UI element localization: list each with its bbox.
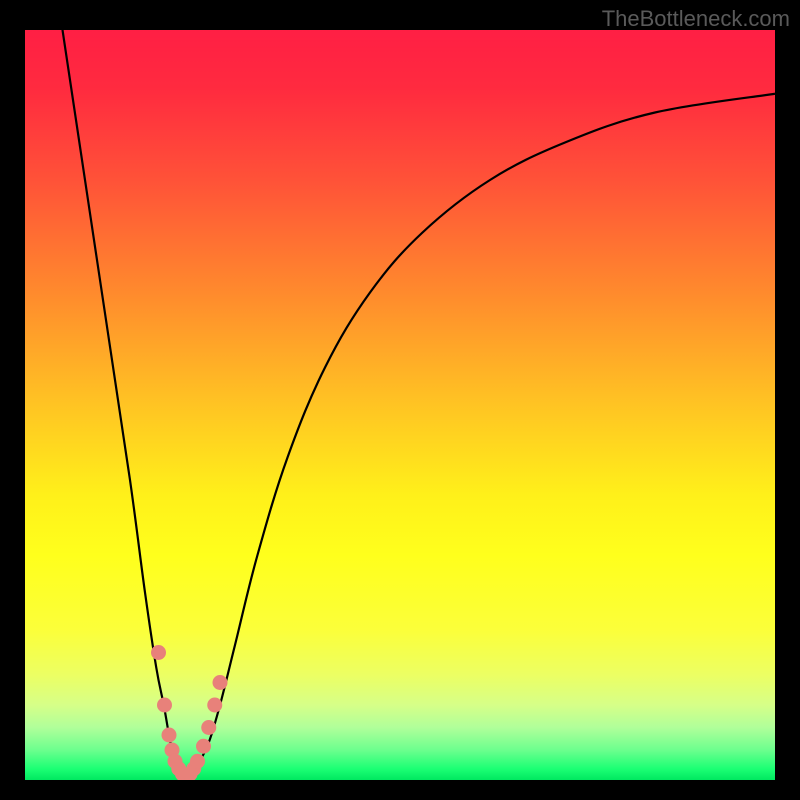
marker-dot <box>201 720 216 735</box>
watermark-text: TheBottleneck.com <box>602 6 790 32</box>
gradient-background <box>25 30 775 780</box>
plot-area <box>25 30 775 780</box>
marker-dot <box>213 675 228 690</box>
marker-dot <box>196 739 211 754</box>
marker-dot <box>157 698 172 713</box>
marker-dot <box>151 645 166 660</box>
marker-dot <box>162 728 177 743</box>
marker-dot <box>190 754 205 769</box>
chart-svg <box>25 30 775 780</box>
chart-container: TheBottleneck.com <box>0 0 800 800</box>
marker-dot <box>207 698 222 713</box>
